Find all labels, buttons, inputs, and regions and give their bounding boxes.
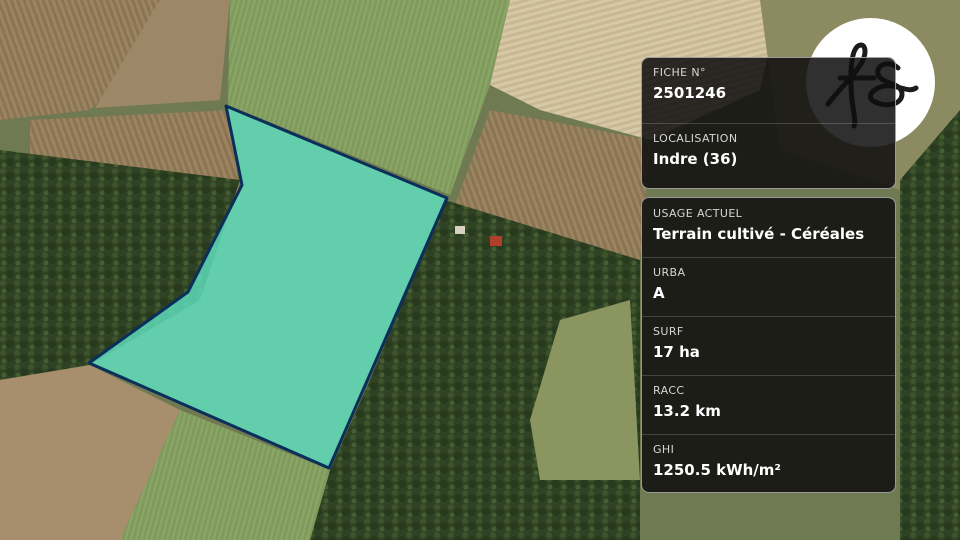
racc-label: RACC <box>653 384 685 397</box>
farm-building <box>455 226 465 234</box>
ghi-label: GHI <box>653 443 675 456</box>
fiche-row: FICHE N° 2501246 <box>642 58 895 124</box>
map-view[interactable]: FICHE N° 2501246 LOCALISATION Indre (36)… <box>0 0 960 540</box>
fiche-value: 2501246 <box>653 84 727 102</box>
urba-value: A <box>653 284 665 302</box>
localisation-row: LOCALISATION Indre (36) <box>642 124 895 188</box>
info-card-top: FICHE N° 2501246 LOCALISATION Indre (36) <box>641 57 896 189</box>
localisation-value: Indre (36) <box>653 150 738 168</box>
ghi-value: 1250.5 kWh/m² <box>653 461 781 479</box>
racc-value: 13.2 km <box>653 402 721 420</box>
fiche-label: FICHE N° <box>653 66 706 79</box>
usage-value: Terrain cultivé - Céréales <box>653 225 865 243</box>
urba-label: URBA <box>653 266 686 279</box>
urba-row: URBA A <box>642 258 895 317</box>
ghi-row: GHI 1250.5 kWh/m² <box>642 435 895 492</box>
farm-building <box>490 236 502 246</box>
info-card-bottom: USAGE ACTUEL Terrain cultivé - Céréales … <box>641 197 896 493</box>
localisation-label: LOCALISATION <box>653 132 738 145</box>
surf-value: 17 ha <box>653 343 700 361</box>
racc-row: RACC 13.2 km <box>642 376 895 435</box>
surf-label: SURF <box>653 325 684 338</box>
forest-right <box>900 110 960 540</box>
surf-row: SURF 17 ha <box>642 317 895 376</box>
usage-row: USAGE ACTUEL Terrain cultivé - Céréales <box>642 198 895 258</box>
usage-label: USAGE ACTUEL <box>653 207 743 220</box>
